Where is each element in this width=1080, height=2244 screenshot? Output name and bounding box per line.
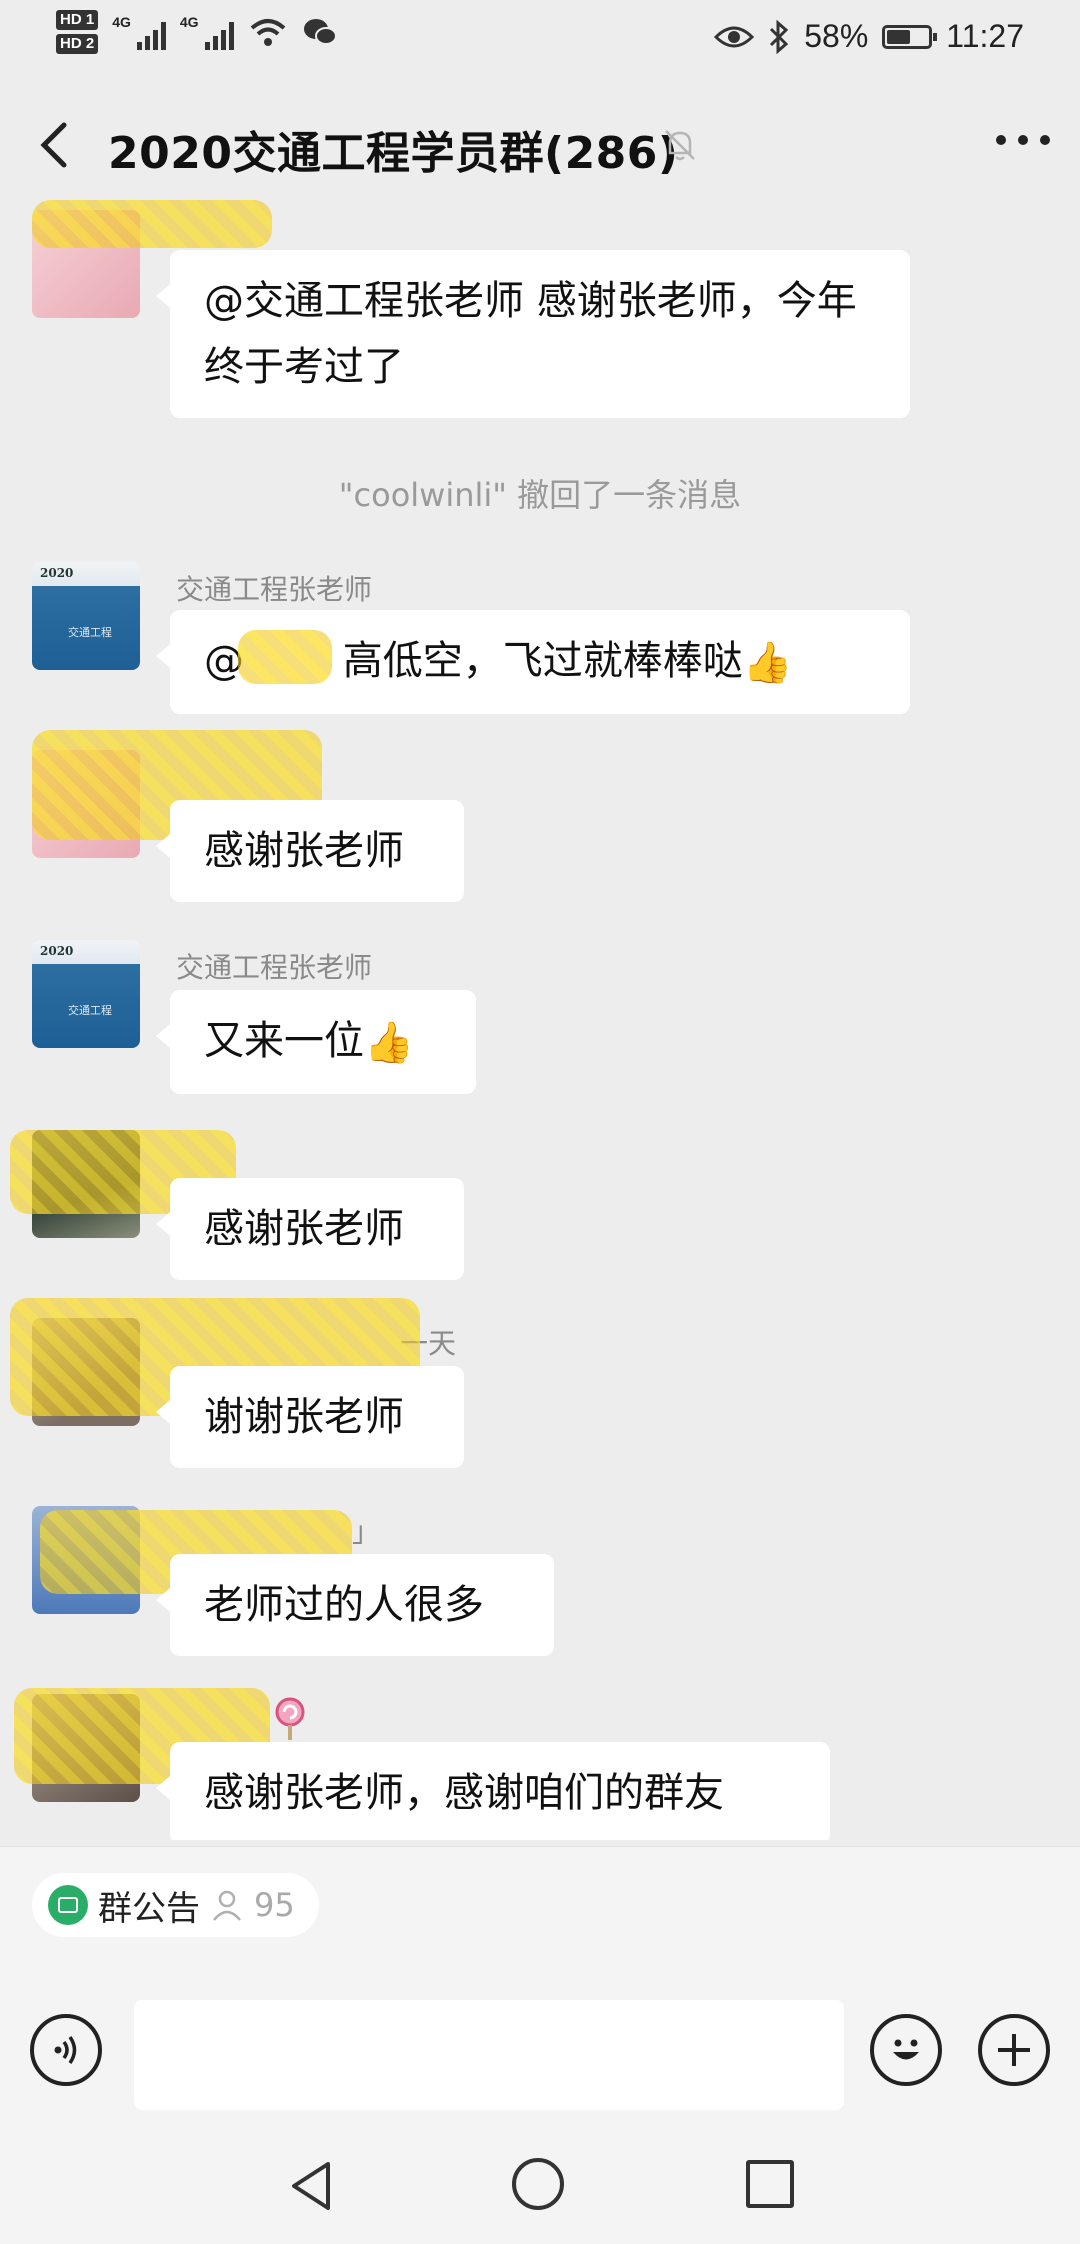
status-right: 58% 11:27 xyxy=(714,18,1024,55)
nav-back-icon[interactable] xyxy=(284,2158,340,2214)
person-icon xyxy=(213,1890,241,1921)
network-type-2: 4G xyxy=(179,14,199,30)
message-text: 谢谢张老师 xyxy=(204,1394,404,1440)
message-bubble[interactable]: 又来一位👍 xyxy=(156,990,476,1094)
muted-bell-icon xyxy=(665,130,695,161)
more-icon[interactable] xyxy=(996,135,1050,145)
notice-icon xyxy=(48,1885,88,1925)
avatar[interactable]: 2020 交通工程 xyxy=(32,562,140,670)
hd1-badge: HD 1 xyxy=(56,10,99,30)
thumbs-up-emoji: 👍 xyxy=(364,1020,414,1066)
message-text: @交通工程张老师 感谢张老师，今年终于考过了 xyxy=(204,278,857,390)
nav-recent-icon[interactable] xyxy=(746,2160,794,2208)
lollipop-emoji xyxy=(275,1697,305,1740)
chat-title: 2020交通工程学员群(286) xyxy=(108,128,679,179)
group-notice-button[interactable]: 群公告 95 xyxy=(32,1873,319,1937)
message-text: 感谢张老师，感谢咱们的群友 xyxy=(204,1770,724,1816)
battery-icon xyxy=(882,24,938,49)
voice-icon xyxy=(54,2036,77,2064)
wechat-icon xyxy=(303,19,337,45)
sender-nickname: 」 xyxy=(352,1515,381,1548)
avatar-book-label: 交通工程 xyxy=(68,1004,112,1017)
thumbs-up-emoji: 👍 xyxy=(742,640,793,686)
notice-read-count: 95 xyxy=(254,1886,295,1924)
chat-header: 2020交通工程学员群(286) xyxy=(0,95,1080,195)
back-icon[interactable] xyxy=(30,117,80,173)
message-text-after: 高低空，飞过就棒棒哒 xyxy=(330,638,743,684)
avatar-book-year: 2020 xyxy=(40,566,74,580)
status-left: HD 1 HD 2 4G 4G xyxy=(56,10,338,54)
sender-nickname: 交通工程张老师 xyxy=(176,573,373,606)
nav-home-icon[interactable] xyxy=(512,2158,564,2210)
plus-button[interactable] xyxy=(978,2014,1050,2086)
battery-fill xyxy=(887,29,911,44)
emoji-button[interactable] xyxy=(870,2014,942,2086)
message-bubble[interactable]: @交通工程张老师 感谢张老师，今年终于考过了 xyxy=(156,250,910,418)
message-list[interactable]: @交通工程张老师 感谢张老师，今年终于考过了 "coolwinli" 撤回了一条… xyxy=(0,200,1080,1840)
input-bar xyxy=(0,1976,1080,2126)
wifi-icon xyxy=(250,19,285,46)
bluetooth-icon xyxy=(770,19,789,54)
message-text: 老师过的人很多 xyxy=(204,1582,484,1628)
plus-icon xyxy=(998,2034,1030,2066)
avatar-book-label: 交通工程 xyxy=(68,626,112,639)
message-text: 感谢张老师 xyxy=(204,828,404,874)
message-bubble[interactable]: 感谢张老师 xyxy=(156,1178,464,1280)
signal-icon: 4G xyxy=(112,14,166,50)
notice-bar: 群公告 95 xyxy=(0,1846,1080,1977)
signal-icon-2: 4G xyxy=(180,14,234,50)
notice-label: 群公告 xyxy=(98,1888,200,1929)
avatar[interactable]: 2020 交通工程 xyxy=(32,940,140,1048)
battery-percent: 58% xyxy=(804,18,869,54)
hd-indicators: HD 1 HD 2 xyxy=(56,10,99,54)
eye-icon xyxy=(714,26,755,47)
smiley-icon xyxy=(893,2039,919,2060)
message-input[interactable] xyxy=(134,2000,844,2110)
status-bar: HD 1 HD 2 4G 4G 58% 11:27 xyxy=(0,0,1080,80)
message-bubble[interactable]: 谢谢张老师 xyxy=(156,1366,464,1468)
sender-nickname: 交通工程张老师 xyxy=(176,951,373,984)
recall-notice: "coolwinli" 撤回了一条消息 xyxy=(338,476,742,514)
hd2-badge: HD 2 xyxy=(56,34,99,54)
avatar-book-year: 2020 xyxy=(40,944,74,958)
message-bubble[interactable]: 老师过的人很多 xyxy=(156,1554,554,1656)
mosaic-overlay xyxy=(238,630,332,684)
mosaic-overlay xyxy=(32,200,272,248)
message-bubble[interactable]: 感谢张老师，感谢咱们的群友 xyxy=(156,1742,830,1840)
message-bubble[interactable]: 感谢张老师 xyxy=(156,800,464,902)
network-type-1: 4G xyxy=(112,14,131,30)
message-text: 又来一位 xyxy=(204,1018,364,1064)
clock: 11:27 xyxy=(946,18,1024,54)
voice-button[interactable] xyxy=(30,2014,102,2086)
system-nav-bar xyxy=(0,2126,1080,2244)
message-text: 感谢张老师 xyxy=(204,1206,404,1252)
